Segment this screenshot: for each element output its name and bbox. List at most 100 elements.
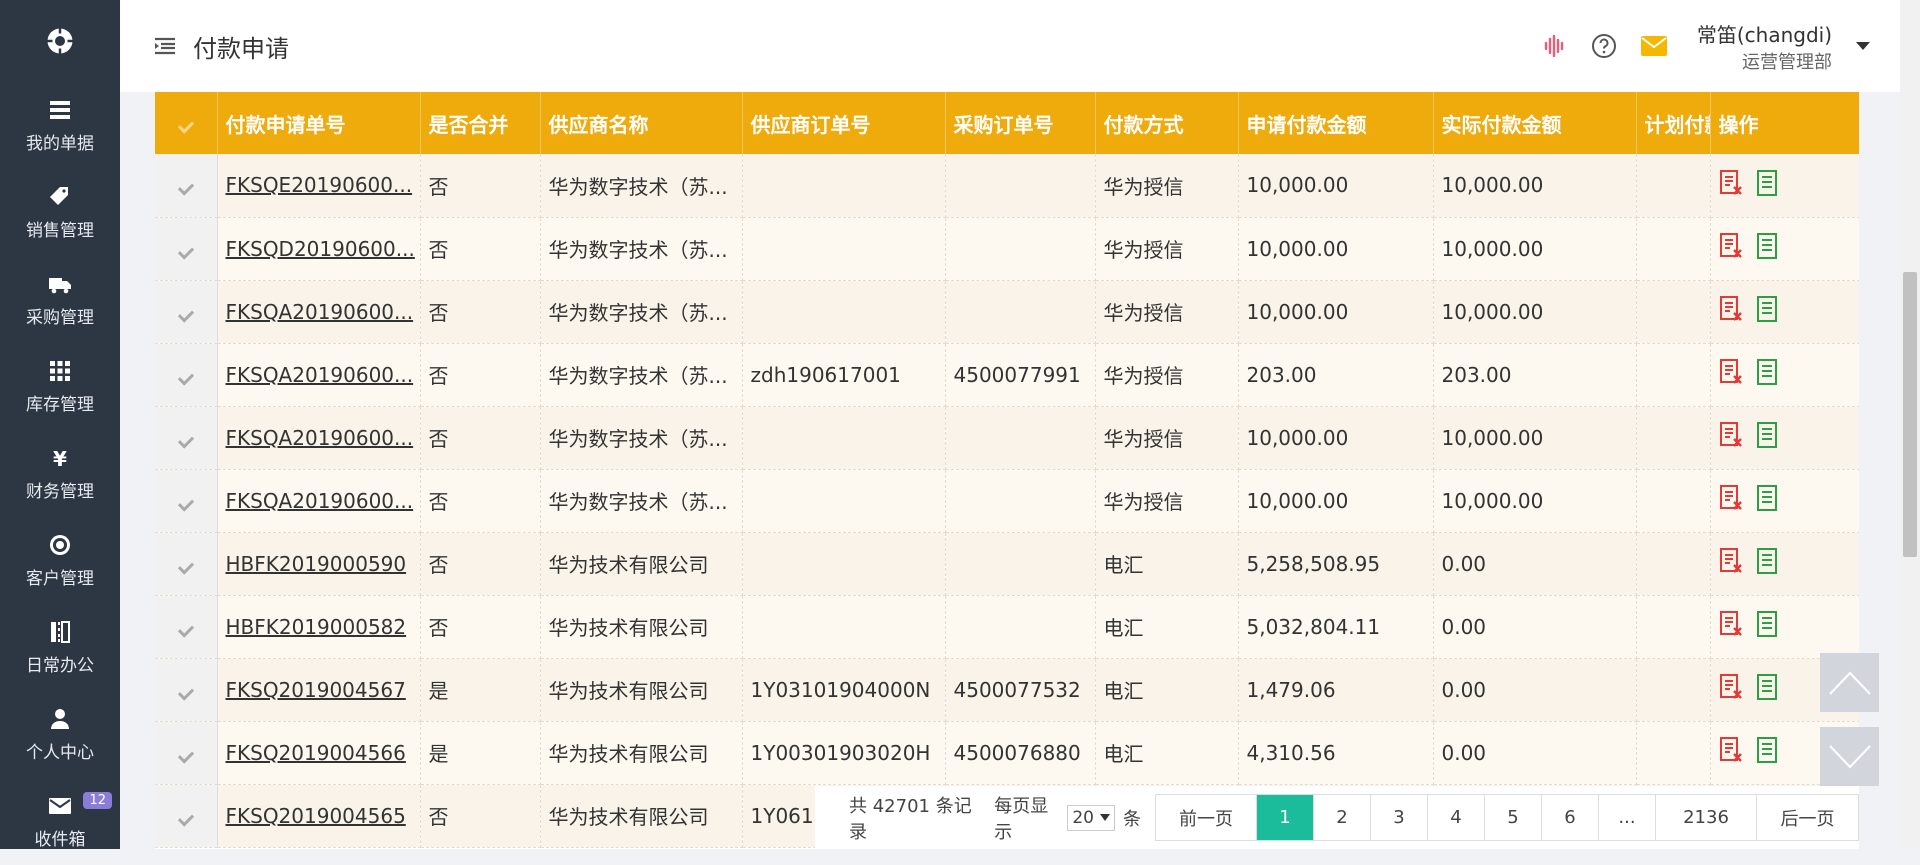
next-page-button[interactable]: 后一页 — [1757, 795, 1858, 840]
delete-doc-icon[interactable] — [1719, 233, 1743, 264]
select-all-checkbox[interactable] — [155, 92, 218, 154]
sidebar-item-office[interactable]: 日常办公 — [0, 604, 120, 691]
row-checkbox[interactable] — [155, 154, 218, 218]
sidebar-item-list[interactable]: 我的单据 — [0, 82, 120, 169]
delete-doc-icon[interactable] — [1719, 548, 1743, 579]
view-doc-icon[interactable] — [1755, 674, 1779, 705]
request-no-link[interactable]: FKSQA20190600... — [226, 426, 414, 450]
sidebar-item-grid[interactable]: 库存管理 — [0, 343, 120, 430]
table-row[interactable]: HBFK2019000582 否华为技术有限公司 电汇 5,032,804.11 0.0… — [155, 595, 1859, 659]
delete-doc-icon[interactable] — [1719, 485, 1743, 516]
page-button[interactable]: 5 — [1485, 795, 1542, 840]
view-doc-icon[interactable] — [1755, 548, 1779, 579]
view-doc-icon[interactable] — [1755, 233, 1779, 264]
table-row[interactable]: FKSQA20190600... 否华为数字技术（苏... zdh190617001… — [155, 343, 1859, 407]
column-header[interactable]: 实际付款金额 — [1433, 92, 1637, 154]
sidebar-item-target[interactable]: 客户管理 — [0, 517, 120, 604]
page-button[interactable]: 2 — [1314, 795, 1371, 840]
prev-page-button[interactable]: 前一页 — [1156, 795, 1257, 840]
column-header[interactable]: 付款申请单号 — [217, 92, 421, 154]
page-scrollbar[interactable] — [1900, 0, 1920, 849]
delete-doc-icon[interactable] — [1719, 359, 1743, 390]
scrollbar-thumb[interactable] — [1903, 272, 1917, 557]
sidebar-item-tag[interactable]: 销售管理 — [0, 169, 120, 256]
sidebar-item-truck[interactable]: 采购管理 — [0, 256, 120, 343]
request-no-link[interactable]: HBFK2019000582 — [226, 615, 407, 639]
target-icon — [47, 532, 73, 558]
view-doc-icon[interactable] — [1755, 422, 1779, 453]
scroll-bottom-button[interactable] — [1820, 727, 1879, 786]
view-doc-icon[interactable] — [1755, 296, 1779, 327]
row-checkbox[interactable] — [155, 532, 218, 596]
table-row[interactable]: FKSQ2019004567 是华为技术有限公司 1Y03101904000N 450… — [155, 658, 1859, 722]
view-doc-icon[interactable] — [1755, 169, 1779, 201]
table-row[interactable]: FKSQE20190600... 否华为数字技术（苏... 华为授信 10,000.0… — [155, 154, 1859, 218]
column-header[interactable]: 计划付款 — [1636, 92, 1711, 154]
delete-doc-icon[interactable] — [1719, 169, 1743, 201]
delete-doc-icon[interactable] — [1719, 737, 1743, 768]
scroll-top-button[interactable] — [1820, 653, 1879, 712]
view-doc-icon[interactable] — [1755, 611, 1779, 642]
view-doc-icon[interactable] — [1755, 485, 1779, 516]
table-row[interactable]: FKSQA20190600... 否华为数字技术（苏... 华为授信 10,000.0… — [155, 406, 1859, 470]
column-header[interactable]: 采购订单号 — [945, 92, 1096, 154]
cell-method: 电汇 — [1095, 595, 1239, 659]
delete-doc-icon[interactable] — [1719, 422, 1743, 453]
cell-planned — [1636, 217, 1711, 281]
menu-toggle-icon[interactable] — [153, 32, 181, 60]
per-page-select[interactable]: 20 — [1067, 804, 1115, 831]
column-header[interactable]: 付款方式 — [1095, 92, 1239, 154]
column-header[interactable]: 供应商名称 — [540, 92, 743, 154]
request-no-link[interactable]: FKSQ2019004567 — [226, 678, 406, 702]
page-button[interactable]: 3 — [1371, 795, 1428, 840]
request-no-link[interactable]: FKSQ2019004565 — [226, 804, 406, 828]
row-checkbox[interactable] — [155, 784, 218, 848]
row-checkbox[interactable] — [155, 658, 218, 722]
page-button[interactable]: 2136 — [1656, 795, 1757, 840]
request-no-link[interactable]: FKSQ2019004566 — [226, 741, 406, 765]
delete-doc-icon[interactable] — [1719, 296, 1743, 327]
row-checkbox[interactable] — [155, 217, 218, 281]
column-header[interactable]: 供应商订单号 — [742, 92, 946, 154]
request-no-link[interactable]: FKSQA20190600... — [226, 363, 414, 387]
sidebar-item-user[interactable]: 个人中心 — [0, 691, 120, 778]
request-no-link[interactable]: FKSQE20190600... — [226, 173, 413, 197]
user-menu[interactable]: 常笛(changdi) 运营管理部 — [1697, 19, 1832, 74]
row-checkbox[interactable] — [155, 406, 218, 470]
row-checkbox[interactable] — [155, 469, 218, 533]
message-icon[interactable] — [1637, 29, 1671, 63]
page-button[interactable]: 4 — [1428, 795, 1485, 840]
request-no-link[interactable]: FKSQA20190600... — [226, 489, 414, 513]
row-checkbox[interactable] — [155, 595, 218, 659]
row-checkbox[interactable] — [155, 721, 218, 785]
column-header[interactable]: 是否合并 — [420, 92, 541, 154]
column-header[interactable]: 申请付款金额 — [1238, 92, 1434, 154]
page-button[interactable]: 1 — [1257, 795, 1314, 840]
delete-doc-icon[interactable] — [1719, 611, 1743, 642]
delete-doc-icon[interactable] — [1719, 674, 1743, 705]
table-row[interactable]: FKSQA20190600... 否华为数字技术（苏... 华为授信 10,000.0… — [155, 469, 1859, 533]
table-row[interactable]: FKSQA20190600... 否华为数字技术（苏... 华为授信 10,000.0… — [155, 280, 1859, 344]
help-icon[interactable] — [1587, 29, 1621, 63]
cell-apply: 4,310.56 — [1238, 721, 1434, 785]
voice-icon[interactable] — [1537, 29, 1571, 63]
sidebar-item-mail[interactable]: 收件箱 12 — [0, 778, 120, 865]
cell-planned — [1636, 721, 1711, 785]
view-doc-icon[interactable] — [1755, 737, 1779, 768]
chevron-down-icon[interactable] — [1856, 42, 1870, 50]
request-no-link[interactable]: HBFK2019000590 — [226, 552, 407, 576]
page-button[interactable]: 6 — [1542, 795, 1599, 840]
table-row[interactable]: FKSQ2019004566 是华为技术有限公司 1Y00301903020H 450… — [155, 721, 1859, 785]
page-button[interactable]: ... — [1599, 795, 1656, 840]
row-checkbox[interactable] — [155, 343, 218, 407]
gear-logo-icon[interactable] — [0, 0, 120, 82]
payment-table: 付款申请单号 是否合并 供应商名称 供应商订单号 采购订单号 付款方式 申请付款… — [155, 92, 1859, 849]
cell-merged: 否 — [420, 217, 541, 281]
table-row[interactable]: FKSQD20190600... 否华为数字技术（苏... 华为授信 10,000.0… — [155, 217, 1859, 281]
sidebar-item-yen[interactable]: ¥ 财务管理 — [0, 430, 120, 517]
request-no-link[interactable]: FKSQA20190600... — [226, 300, 414, 324]
view-doc-icon[interactable] — [1755, 359, 1779, 390]
table-row[interactable]: HBFK2019000590 否华为技术有限公司 电汇 5,258,508.95 0.0… — [155, 532, 1859, 596]
row-checkbox[interactable] — [155, 280, 218, 344]
request-no-link[interactable]: FKSQD20190600... — [226, 237, 415, 261]
